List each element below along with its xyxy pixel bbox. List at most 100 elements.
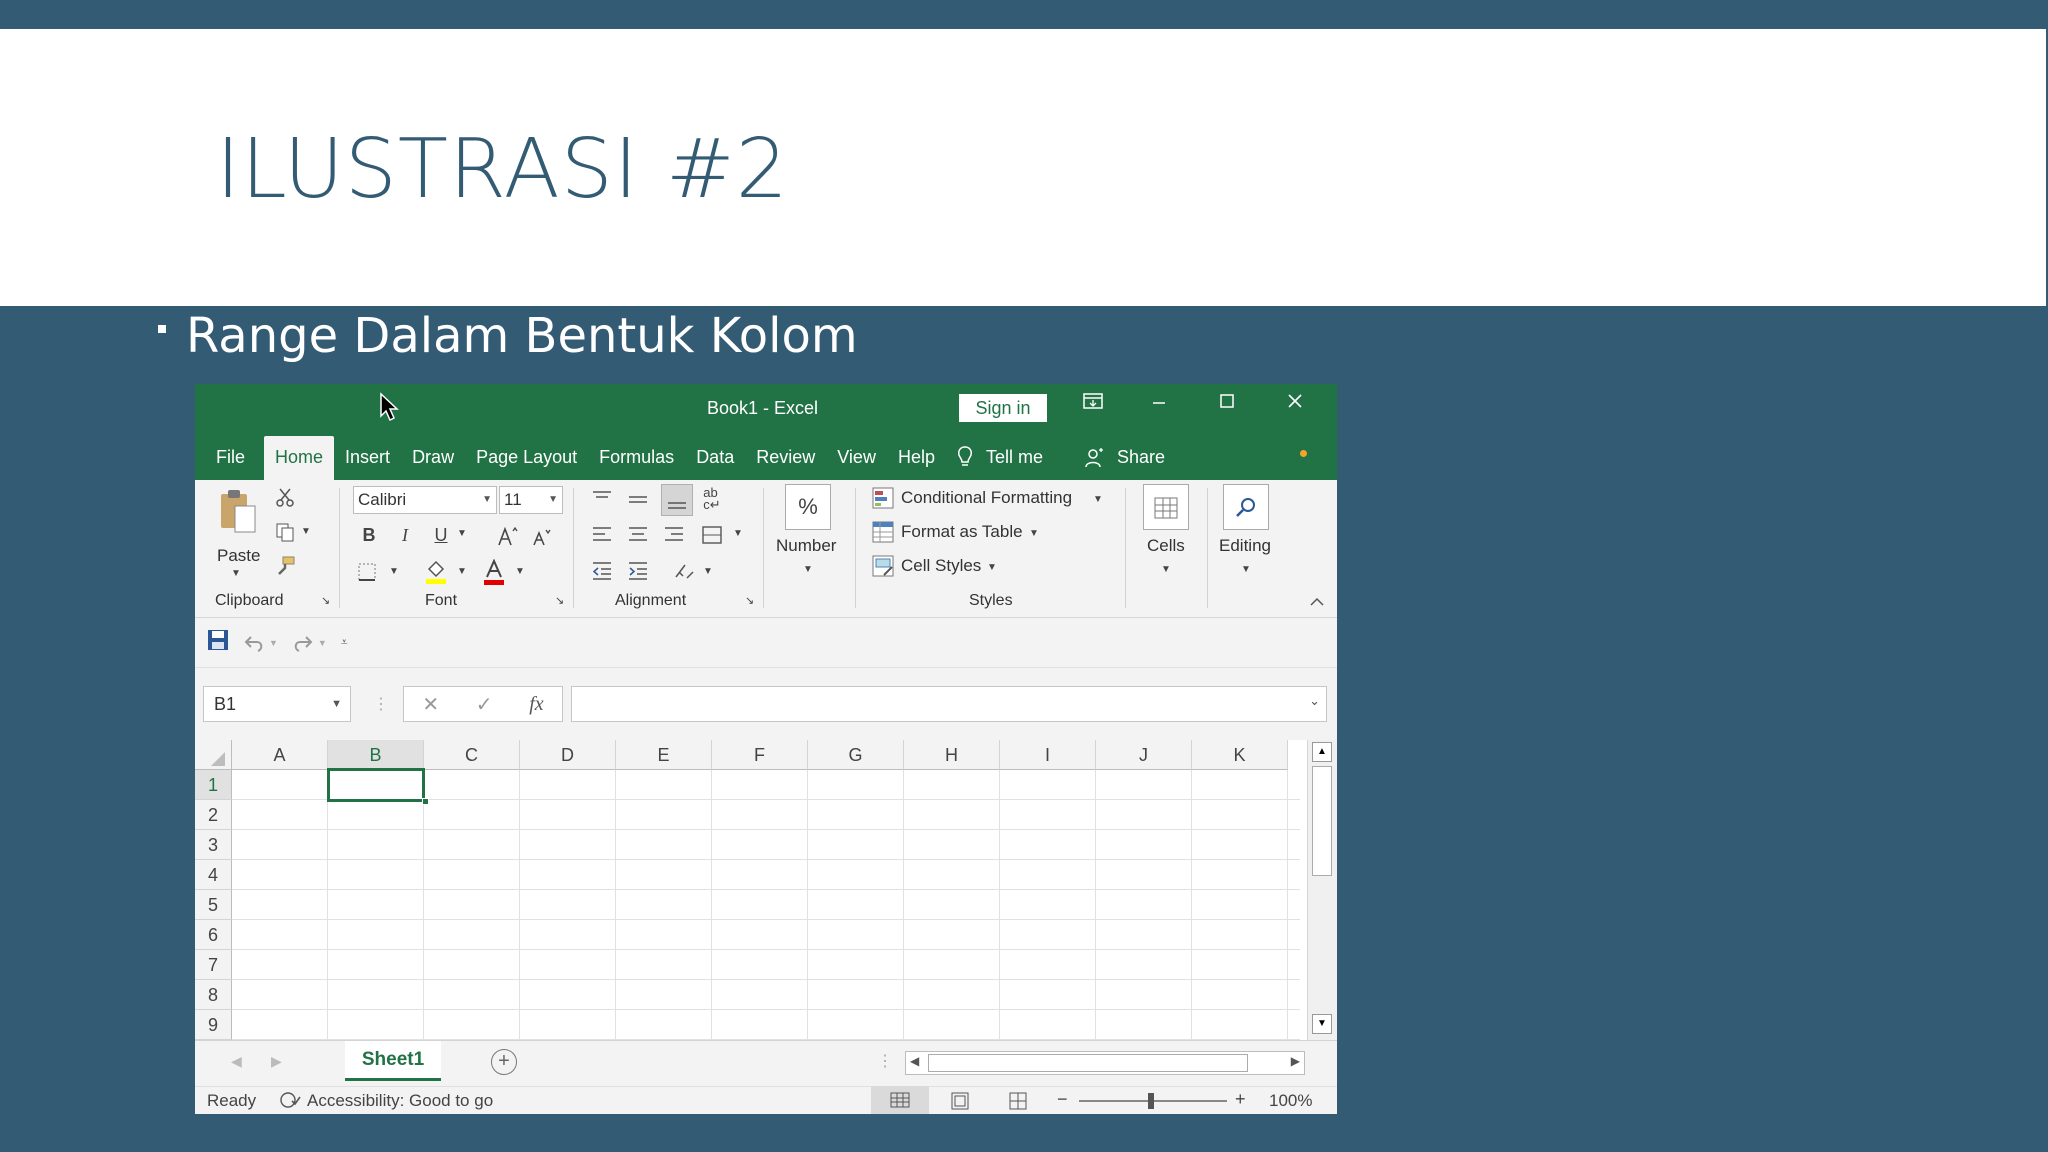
column-header-b[interactable]: B (328, 740, 424, 770)
column-header-c[interactable]: C (424, 740, 520, 770)
save-icon[interactable] (207, 629, 229, 657)
next-sheet-icon[interactable]: ▶ (271, 1053, 282, 1070)
column-header-k[interactable]: K (1192, 740, 1288, 770)
borders-icon[interactable] (355, 560, 379, 584)
borders-dropdown-icon[interactable]: ▼ (389, 566, 399, 577)
column-header-e[interactable]: E (616, 740, 712, 770)
tab-help[interactable]: Help (887, 436, 946, 480)
customize-qat-icon[interactable]: ⩡ (341, 635, 348, 650)
column-header-d[interactable]: D (520, 740, 616, 770)
font-color-dropdown-icon[interactable]: ▼ (515, 566, 525, 577)
select-all-corner[interactable] (195, 740, 232, 770)
sign-in-button[interactable]: Sign in (959, 394, 1047, 422)
sheet-tab-sheet1[interactable]: Sheet1 (345, 1041, 441, 1081)
conditional-formatting-dropdown-icon[interactable]: ▼ (1093, 494, 1103, 505)
share-button[interactable]: Share (1106, 436, 1176, 480)
column-header-j[interactable]: J (1096, 740, 1192, 770)
row-header-8[interactable]: 8 (195, 980, 232, 1010)
editing-dropdown-icon[interactable]: ▼ (1241, 564, 1251, 575)
font-name-combo[interactable]: Calibri ▼ (353, 486, 497, 514)
increase-indent-icon[interactable] (625, 558, 651, 584)
column-header-f[interactable]: F (712, 740, 808, 770)
row-header-1[interactable]: 1 (195, 770, 232, 800)
merge-dropdown-icon[interactable]: ▼ (733, 528, 743, 539)
cells-icon[interactable] (1143, 484, 1189, 530)
orientation-icon[interactable] (671, 558, 697, 584)
align-left-icon[interactable] (589, 522, 615, 548)
merge-center-icon[interactable] (699, 522, 725, 548)
font-name-dropdown-icon[interactable]: ▼ (482, 487, 492, 513)
page-break-view-icon[interactable] (1007, 1091, 1029, 1114)
zoom-level[interactable]: 100% (1269, 1091, 1312, 1111)
cell-styles-icon[interactable] (871, 554, 895, 578)
tab-data[interactable]: Data (685, 436, 745, 480)
increase-font-size-icon[interactable] (497, 524, 519, 548)
collapse-ribbon-icon[interactable] (1307, 592, 1327, 612)
column-header-i[interactable]: I (1000, 740, 1096, 770)
confirm-entry-icon[interactable]: ✓ (476, 692, 493, 717)
format-as-table-button[interactable]: Format as Table (901, 522, 1023, 542)
copy-icon[interactable] (273, 520, 297, 544)
format-as-table-dropdown-icon[interactable]: ▼ (1029, 528, 1039, 539)
row-header-9[interactable]: 9 (195, 1010, 232, 1040)
paste-clipboard-icon[interactable] (215, 488, 259, 534)
redo-icon[interactable]: ▼ (292, 633, 327, 653)
vertical-scroll-thumb[interactable] (1312, 766, 1332, 876)
active-cell-b1[interactable] (327, 768, 425, 802)
align-top-icon[interactable] (589, 486, 615, 512)
row-header-2[interactable]: 2 (195, 800, 232, 830)
cancel-entry-icon[interactable]: ✕ (422, 692, 439, 717)
ribbon-display-options-icon[interactable] (1073, 392, 1113, 415)
row-header-4[interactable]: 4 (195, 860, 232, 890)
name-box-dropdown-icon[interactable]: ▼ (331, 687, 342, 721)
scroll-left-icon[interactable]: ◀ (910, 1054, 919, 1068)
number-group-button[interactable]: Number (776, 536, 836, 556)
wrap-text-icon[interactable]: ab c↵ (699, 486, 725, 512)
clipboard-launcher-icon[interactable]: ↘ (321, 594, 330, 607)
page-layout-view-icon[interactable] (949, 1091, 971, 1114)
cells-dropdown-icon[interactable]: ▼ (1161, 564, 1171, 575)
column-header-h[interactable]: H (904, 740, 1000, 770)
undo-icon[interactable]: ▼ (243, 633, 278, 653)
font-color-icon[interactable] (481, 558, 507, 586)
conditional-formatting-icon[interactable] (871, 486, 895, 510)
fill-color-dropdown-icon[interactable]: ▼ (457, 566, 467, 577)
accessibility-status[interactable]: Accessibility: Good to go (307, 1091, 493, 1111)
tab-page-layout[interactable]: Page Layout (465, 436, 588, 480)
column-header-g[interactable]: G (808, 740, 904, 770)
prev-sheet-icon[interactable]: ◀ (231, 1053, 242, 1070)
font-size-dropdown-icon[interactable]: ▼ (548, 487, 558, 513)
copy-dropdown-icon[interactable]: ▼ (301, 526, 311, 537)
tab-file[interactable]: File (205, 436, 256, 480)
tab-insert[interactable]: Insert (334, 436, 401, 480)
new-sheet-icon[interactable]: + (491, 1049, 517, 1075)
cell-styles-button[interactable]: Cell Styles (901, 556, 981, 576)
expand-formula-bar-icon[interactable]: ⌄ (1309, 693, 1320, 709)
tab-draw[interactable]: Draw (401, 436, 465, 480)
paste-dropdown-icon[interactable]: ▼ (231, 568, 241, 579)
name-box[interactable]: B1 ▼ (203, 686, 351, 722)
accessibility-icon[interactable] (279, 1091, 301, 1114)
maximize-icon[interactable] (1207, 392, 1247, 415)
tab-review[interactable]: Review (745, 436, 826, 480)
align-bottom-icon[interactable] (661, 484, 693, 516)
underline-dropdown-icon[interactable]: ▼ (457, 528, 467, 539)
tab-home[interactable]: Home (264, 436, 335, 480)
font-launcher-icon[interactable]: ↘ (555, 594, 564, 607)
bold-button[interactable]: B (357, 522, 381, 548)
scroll-right-icon[interactable]: ▶ (1291, 1054, 1300, 1068)
scroll-up-icon[interactable]: ▲ (1312, 742, 1332, 762)
paste-button[interactable]: Paste (217, 546, 260, 566)
vertical-scrollbar[interactable]: ▲ ▼ (1307, 740, 1337, 1040)
number-dropdown-icon[interactable]: ▼ (803, 564, 813, 575)
italic-button[interactable]: I (393, 522, 417, 548)
row-header-7[interactable]: 7 (195, 950, 232, 980)
decrease-font-size-icon[interactable] (531, 526, 553, 548)
number-format-icon[interactable]: % (785, 484, 831, 530)
minimize-icon[interactable] (1139, 392, 1179, 415)
conditional-formatting-button[interactable]: Conditional Formatting (901, 488, 1072, 508)
underline-button[interactable]: U (429, 522, 453, 548)
horizontal-scroll-thumb[interactable] (928, 1054, 1248, 1072)
align-right-icon[interactable] (661, 522, 687, 548)
zoom-in-icon[interactable]: + (1235, 1089, 1246, 1110)
